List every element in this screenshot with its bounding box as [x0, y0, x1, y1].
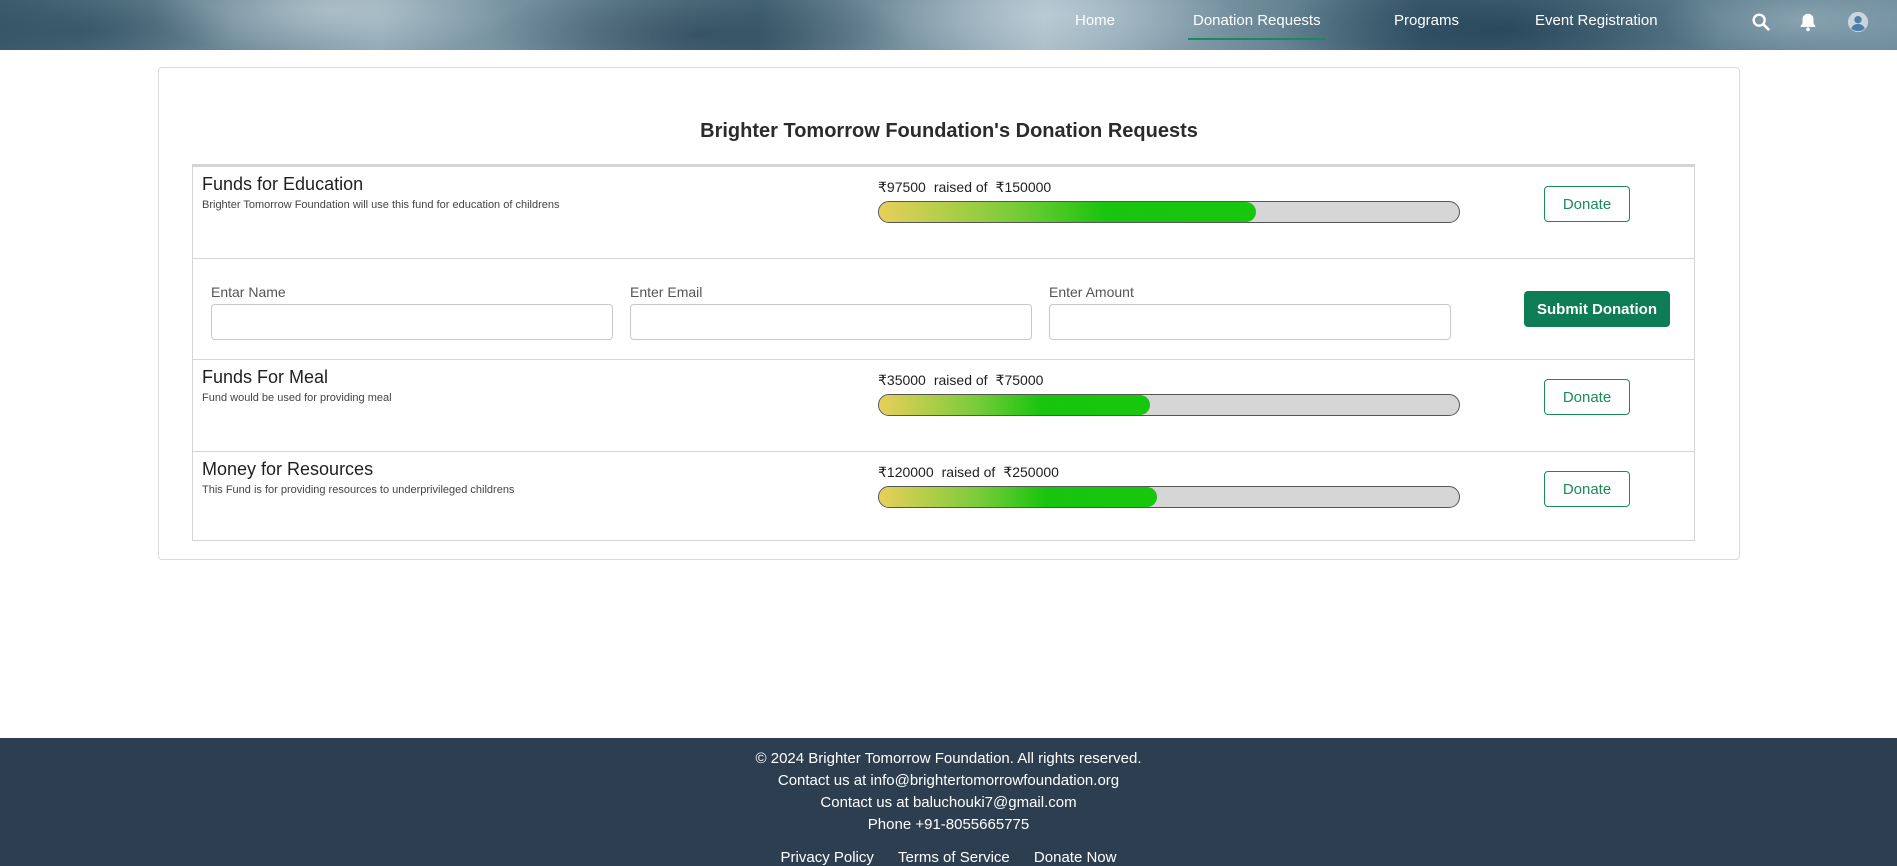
progress-bar — [878, 394, 1460, 416]
nav-programs[interactable]: Programs — [1394, 12, 1459, 29]
fund-name: Funds For Meal — [202, 367, 329, 387]
donation-form-row: Entar Name Enter Email Enter Amount Subm… — [193, 258, 1694, 359]
page-title: Brighter Tomorrow Foundation's Donation … — [700, 120, 1198, 142]
progress-fill — [879, 395, 1150, 415]
amount-input[interactable] — [1049, 304, 1451, 340]
submit-donation-button[interactable]: Submit Donation — [1524, 291, 1670, 327]
fund-description: This Fund is for providing resources to … — [202, 484, 515, 496]
goal-amount: ₹150000 — [995, 179, 1052, 195]
raised-summary: ₹35000 raised of ₹75000 — [878, 372, 1051, 389]
fund-description: Brighter Tomorrow Foundation will use th… — [202, 199, 560, 211]
amount-field-label: Enter Amount — [1049, 284, 1134, 300]
fund-row-resources: Money for Resources This Fund is for pro… — [193, 451, 1694, 540]
progress-bar — [878, 201, 1460, 223]
donate-button[interactable]: Donate — [1544, 379, 1630, 415]
footer-contact-email-1: Contact us at info@brightertomorrowfound… — [777, 772, 1120, 789]
fund-name: Funds for Education — [202, 174, 364, 194]
footer-copyright: © 2024 Brighter Tomorrow Foundation. All… — [755, 750, 1142, 767]
progress-fill — [879, 487, 1158, 507]
progress-fill — [879, 202, 1256, 222]
donation-requests-table: Funds for Education Brighter Tomorrow Fo… — [192, 164, 1695, 541]
nav-event-registration[interactable]: Event Registration — [1535, 12, 1658, 29]
fund-name: Money for Resources — [202, 459, 374, 479]
progress-bar — [878, 486, 1460, 508]
raised-amount: ₹120000 — [878, 464, 934, 480]
donation-requests-card: Brighter Tomorrow Foundation's Donation … — [158, 67, 1740, 560]
donate-button[interactable]: Donate — [1544, 186, 1630, 222]
raised-of-label: raised of — [933, 372, 988, 388]
goal-amount: ₹75000 — [995, 372, 1044, 388]
donate-now-link[interactable]: Donate Now — [1034, 849, 1117, 866]
footer-phone: Phone +91-8055665775 — [867, 816, 1030, 833]
raised-of-label: raised of — [941, 464, 996, 480]
donate-button[interactable]: Donate — [1544, 471, 1630, 507]
raised-amount: ₹97500 — [878, 179, 926, 195]
email-input[interactable] — [630, 304, 1032, 340]
raised-amount: ₹35000 — [878, 372, 926, 388]
raised-of-label: raised of — [933, 179, 988, 195]
email-field-label: Enter Email — [630, 284, 703, 300]
fund-row-education: Funds for Education Brighter Tomorrow Fo… — [193, 165, 1694, 258]
nav-home[interactable]: Home — [1075, 12, 1115, 29]
user-avatar-icon[interactable] — [1847, 11, 1869, 33]
raised-summary: ₹97500 raised of ₹150000 — [878, 179, 1059, 196]
name-input[interactable] — [211, 304, 613, 340]
footer-links: Privacy Policy Terms of Service Donate N… — [0, 849, 1897, 866]
search-icon[interactable] — [1750, 11, 1772, 33]
header-bar: Home Donation Requests Programs Event Re… — [0, 0, 1897, 50]
raised-summary: ₹120000 raised of ₹250000 — [878, 464, 1067, 481]
nav-donation-requests[interactable]: Donation Requests — [1188, 12, 1326, 40]
terms-of-service-link[interactable]: Terms of Service — [898, 849, 1010, 866]
footer-contact-email-2: Contact us at baluchouki7@gmail.com — [820, 794, 1077, 811]
fund-row-meal: Funds For Meal Fund would be used for pr… — [193, 359, 1694, 451]
bell-icon[interactable] — [1797, 11, 1819, 33]
name-field-label: Entar Name — [211, 284, 286, 300]
privacy-policy-link[interactable]: Privacy Policy — [781, 849, 874, 866]
fund-description: Fund would be used for providing meal — [202, 392, 392, 404]
footer: © 2024 Brighter Tomorrow Foundation. All… — [0, 738, 1897, 866]
goal-amount: ₹250000 — [1003, 464, 1059, 480]
